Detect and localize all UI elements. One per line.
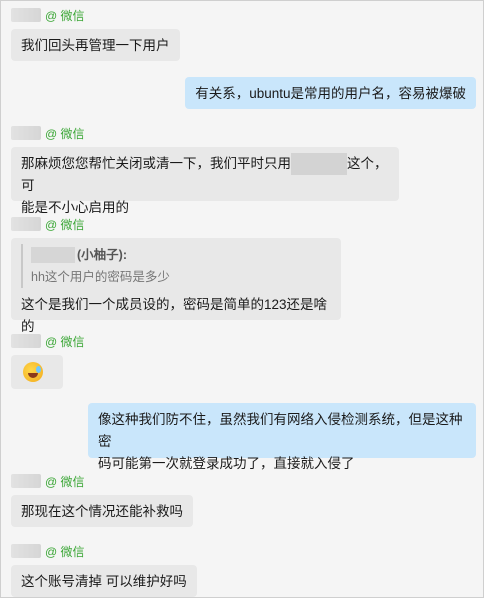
sender-row: @ 微信 <box>11 333 85 349</box>
sender-name-redacted <box>11 8 41 22</box>
outgoing-message[interactable]: 有关系，ubuntu是常用的用户名，容易被爆破 <box>185 77 476 109</box>
incoming-message[interactable]: 这个账号清掉 可以维护好吗 <box>11 565 197 597</box>
incoming-message[interactable]: (小柚子): hh这个用户的密码是多少 这个是我们一个成员设的，密码是简单的12… <box>11 238 341 334</box>
wechat-source-label: @ 微信 <box>45 8 85 23</box>
sender-row: @ 微信 <box>11 543 85 559</box>
message-text: 有关系，ubuntu是常用的用户名，容易被爆破 <box>195 86 466 101</box>
message-text: 那现在这个情况还能补救吗 <box>21 504 183 519</box>
incoming-message[interactable]: 那麻烦您您帮忙关闭或清一下，我们平时只用 这个，可 能是不小心启用的 <box>11 147 399 215</box>
sender-name-redacted <box>11 474 41 488</box>
sender-name-redacted <box>11 544 41 558</box>
wechat-source-label: @ 微信 <box>45 334 85 349</box>
quote-sender-name: (小柚子): <box>77 248 127 262</box>
quote-sender-redacted <box>31 247 75 263</box>
wechat-source-label: @ 微信 <box>45 126 85 141</box>
sender-row: @ 微信 <box>11 7 85 23</box>
incoming-message[interactable]: 我们回头再管理一下用户 <box>11 29 180 61</box>
sender-row: @ 微信 <box>11 473 85 489</box>
message-text: 这个账号清掉 可以维护好吗 <box>21 574 187 589</box>
wechat-source-label: @ 微信 <box>45 217 85 232</box>
incoming-message[interactable] <box>11 355 63 389</box>
quoted-message[interactable]: (小柚子): hh这个用户的密码是多少 <box>21 244 331 288</box>
quote-text: hh这个用户的密码是多少 <box>31 270 170 284</box>
incoming-message[interactable]: 那现在这个情况还能补救吗 <box>11 495 193 527</box>
message-text: 像这种我们防不住，虽然我们有网络入侵检测系统，但是这种密 <box>98 412 463 449</box>
redacted-text <box>291 153 347 175</box>
sender-name-redacted <box>11 217 41 231</box>
sender-name-redacted <box>11 334 41 348</box>
grimacing-sweat-emoji-icon <box>23 362 43 382</box>
wechat-source-label: @ 微信 <box>45 544 85 559</box>
sender-row: @ 微信 <box>11 125 85 141</box>
chat-window: @ 微信 我们回头再管理一下用户 有关系，ubuntu是常用的用户名，容易被爆破… <box>0 0 484 598</box>
message-text: 那麻烦您您帮忙关闭或清一下，我们平时只用 <box>21 156 291 171</box>
wechat-source-label: @ 微信 <box>45 474 85 489</box>
outgoing-message[interactable]: 像这种我们防不住，虽然我们有网络入侵检测系统，但是这种密 码可能第一次就登录成功… <box>88 403 476 471</box>
sender-row: @ 微信 <box>11 216 85 232</box>
message-text: 码可能第一次就登录成功了，直接就入侵了 <box>98 456 355 471</box>
sender-name-redacted <box>11 126 41 140</box>
message-text: 我们回头再管理一下用户 <box>21 38 170 53</box>
message-text: 这个是我们一个成员设的，密码是简单的123还是啥的 <box>21 297 328 334</box>
